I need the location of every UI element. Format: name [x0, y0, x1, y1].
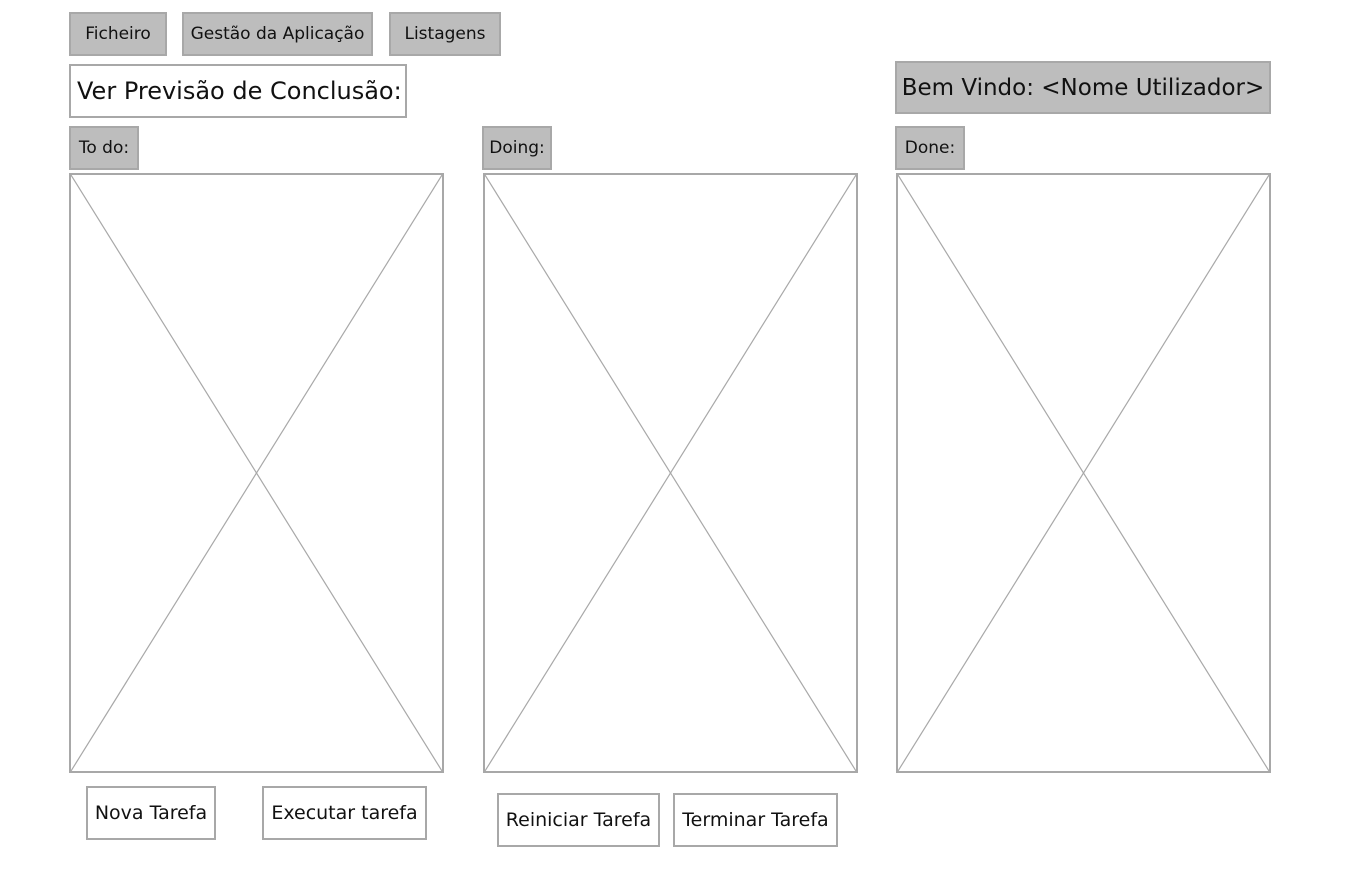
menu-listagens-button[interactable]: Listagens: [389, 12, 501, 56]
welcome-text: Bem Vindo: <Nome Utilizador>: [901, 74, 1265, 101]
column-label-done-text: Done:: [904, 138, 956, 158]
column-label-todo: To do:: [69, 126, 139, 170]
column-label-doing-text: Doing:: [489, 138, 545, 158]
ver-previsao-button[interactable]: Ver Previsão de Conclusão:: [69, 64, 407, 118]
menu-ficheiro-label: Ficheiro: [85, 24, 151, 44]
menu-ficheiro-button[interactable]: Ficheiro: [69, 12, 167, 56]
column-label-done: Done:: [895, 126, 965, 170]
welcome-banner: Bem Vindo: <Nome Utilizador>: [895, 61, 1271, 114]
menu-gestao-button[interactable]: Gestão da Aplicação: [182, 12, 373, 56]
doing-list-panel[interactable]: [483, 173, 858, 773]
placeholder-cross-icon: [485, 175, 856, 771]
executar-tarefa-label: Executar tarefa: [271, 802, 418, 824]
reiniciar-tarefa-label: Reiniciar Tarefa: [505, 809, 652, 831]
terminar-tarefa-button[interactable]: Terminar Tarefa: [673, 793, 838, 847]
placeholder-cross-icon: [898, 175, 1269, 771]
reiniciar-tarefa-button[interactable]: Reiniciar Tarefa: [497, 793, 660, 847]
wireframe-page: Ficheiro Gestão da Aplicação Listagens V…: [0, 0, 1366, 873]
column-label-todo-text: To do:: [78, 138, 130, 158]
menu-gestao-label: Gestão da Aplicação: [190, 24, 365, 44]
column-label-doing: Doing:: [482, 126, 552, 170]
todo-list-panel[interactable]: [69, 173, 444, 773]
placeholder-cross-icon: [71, 175, 442, 771]
nova-tarefa-button[interactable]: Nova Tarefa: [86, 786, 216, 840]
terminar-tarefa-label: Terminar Tarefa: [682, 809, 829, 831]
nova-tarefa-label: Nova Tarefa: [94, 802, 208, 824]
menu-listagens-label: Listagens: [404, 24, 486, 44]
ver-previsao-label: Ver Previsão de Conclusão:: [77, 77, 402, 105]
executar-tarefa-button[interactable]: Executar tarefa: [262, 786, 427, 840]
done-list-panel[interactable]: [896, 173, 1271, 773]
